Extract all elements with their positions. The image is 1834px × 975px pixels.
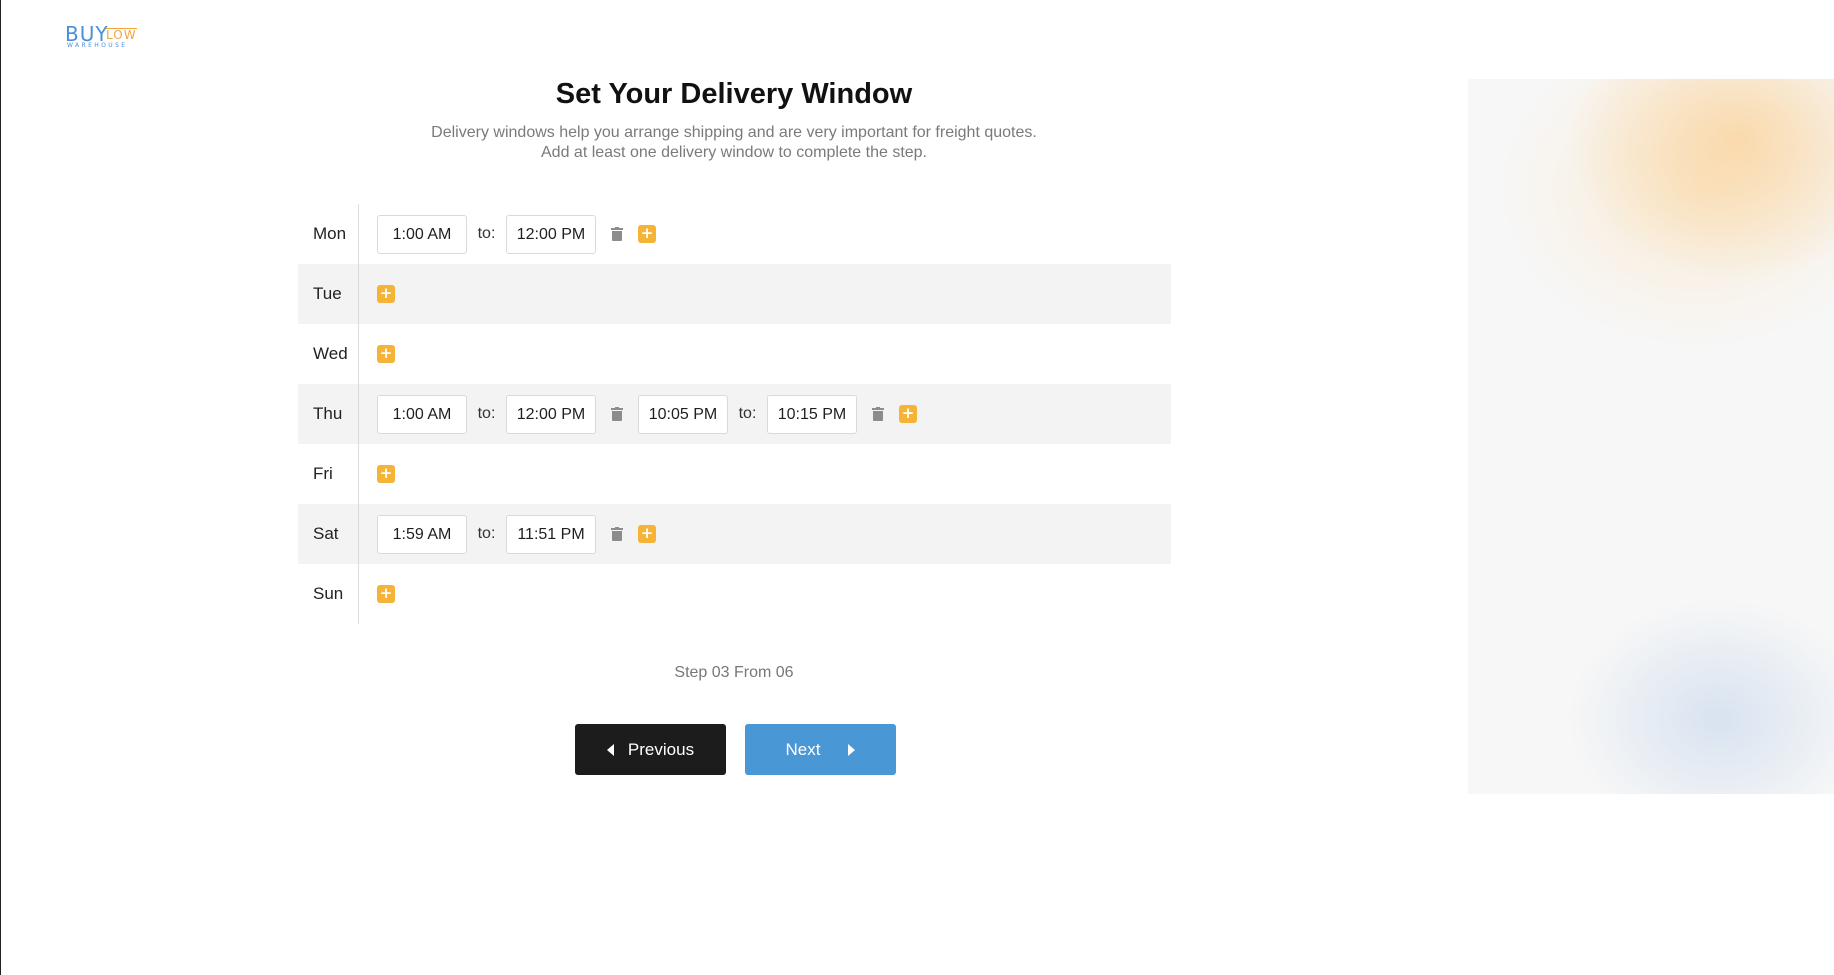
delivery-windows: + <box>359 345 395 363</box>
caret-left-icon <box>606 743 614 756</box>
page-subtitle: Delivery windows help you arrange shippi… <box>0 123 1468 163</box>
to-label: to: <box>738 405 757 422</box>
day-label: Mon <box>298 204 359 264</box>
logo-warehouse-text: WAREHOUSE <box>67 42 128 49</box>
add-window-plus-icon[interactable]: + <box>899 405 917 423</box>
delivery-windows: 1:00 AM to: 12:00 PM 10:05 PM to: 10:15 PM + <box>359 394 917 434</box>
day-row-sun: Sun + <box>298 564 1171 624</box>
delivery-window: 10:05 PM to: 10:15 PM <box>638 394 899 434</box>
to-label: to: <box>477 225 496 242</box>
add-window-plus-icon[interactable]: + <box>377 465 395 483</box>
step-indicator: Step 03 From 06 <box>674 664 794 681</box>
day-label: Sun <box>298 564 359 624</box>
delivery-windows: + <box>359 465 395 483</box>
subtitle-line-1: Delivery windows help you arrange shippi… <box>431 124 1037 141</box>
day-label: Sat <box>298 504 359 564</box>
decorative-side-panel <box>1468 79 1834 794</box>
end-time-input[interactable]: 11:51 PM <box>506 514 596 554</box>
delivery-window: 1:00 AM to: 12:00 PM <box>377 394 638 434</box>
add-window-plus-icon[interactable]: + <box>638 525 656 543</box>
day-label: Tue <box>298 264 359 324</box>
next-button[interactable]: Next <box>745 724 896 775</box>
add-window-plus-icon[interactable]: + <box>377 285 395 303</box>
start-time-input[interactable]: 1:59 AM <box>377 514 467 554</box>
previous-button[interactable]: Previous <box>575 724 726 775</box>
start-time-input[interactable]: 1:00 AM <box>377 214 467 254</box>
to-label: to: <box>477 405 496 422</box>
day-row-thu: Thu 1:00 AM to: 12:00 PM 10:05 PM to: 10:15 PM… <box>298 384 1171 444</box>
add-window-plus-icon[interactable]: + <box>638 225 656 243</box>
day-row-tue: Tue + <box>298 264 1171 324</box>
day-row-fri: Fri + <box>298 444 1171 504</box>
trash-icon[interactable] <box>872 407 884 421</box>
trash-icon[interactable] <box>611 407 623 421</box>
day-row-sat: Sat 1:59 AM to: 11:51 PM + <box>298 504 1171 564</box>
next-button-label: Next <box>785 739 821 759</box>
previous-button-label: Previous <box>627 739 695 759</box>
trash-icon[interactable] <box>611 527 623 541</box>
delivery-windows: 1:59 AM to: 11:51 PM + <box>359 514 656 554</box>
to-label: to: <box>477 525 496 542</box>
delivery-window: 1:00 AM to: 12:00 PM <box>377 214 638 254</box>
end-time-input[interactable]: 10:15 PM <box>767 394 857 434</box>
end-time-input[interactable]: 12:00 PM <box>506 394 596 434</box>
delivery-schedule: Mon 1:00 AM to: 12:00 PM + Tue + Wed + Thu 1:00 AM… <box>298 204 1171 624</box>
add-window-plus-icon[interactable]: + <box>377 345 395 363</box>
logo-low-text: LOW <box>106 28 137 42</box>
day-row-wed: Wed + <box>298 324 1171 384</box>
day-row-mon: Mon 1:00 AM to: 12:00 PM + <box>298 204 1171 264</box>
caret-right-icon <box>848 743 856 756</box>
start-time-input[interactable]: 1:00 AM <box>377 394 467 434</box>
day-label: Fri <box>298 444 359 504</box>
end-time-input[interactable]: 12:00 PM <box>506 214 596 254</box>
day-label: Wed <box>298 324 359 384</box>
day-label: Thu <box>298 384 359 444</box>
start-time-input[interactable]: 10:05 PM <box>638 394 728 434</box>
delivery-windows: + <box>359 285 395 303</box>
subtitle-line-2: Add at least one delivery window to comp… <box>541 144 927 161</box>
trash-icon[interactable] <box>611 227 623 241</box>
delivery-windows: + <box>359 585 395 603</box>
page-title: Set Your Delivery Window <box>555 78 913 110</box>
delivery-windows: 1:00 AM to: 12:00 PM + <box>359 214 656 254</box>
buylow-logo[interactable]: BUY LOW WAREHOUSE <box>65 22 145 52</box>
delivery-window: 1:59 AM to: 11:51 PM <box>377 514 638 554</box>
add-window-plus-icon[interactable]: + <box>377 585 395 603</box>
